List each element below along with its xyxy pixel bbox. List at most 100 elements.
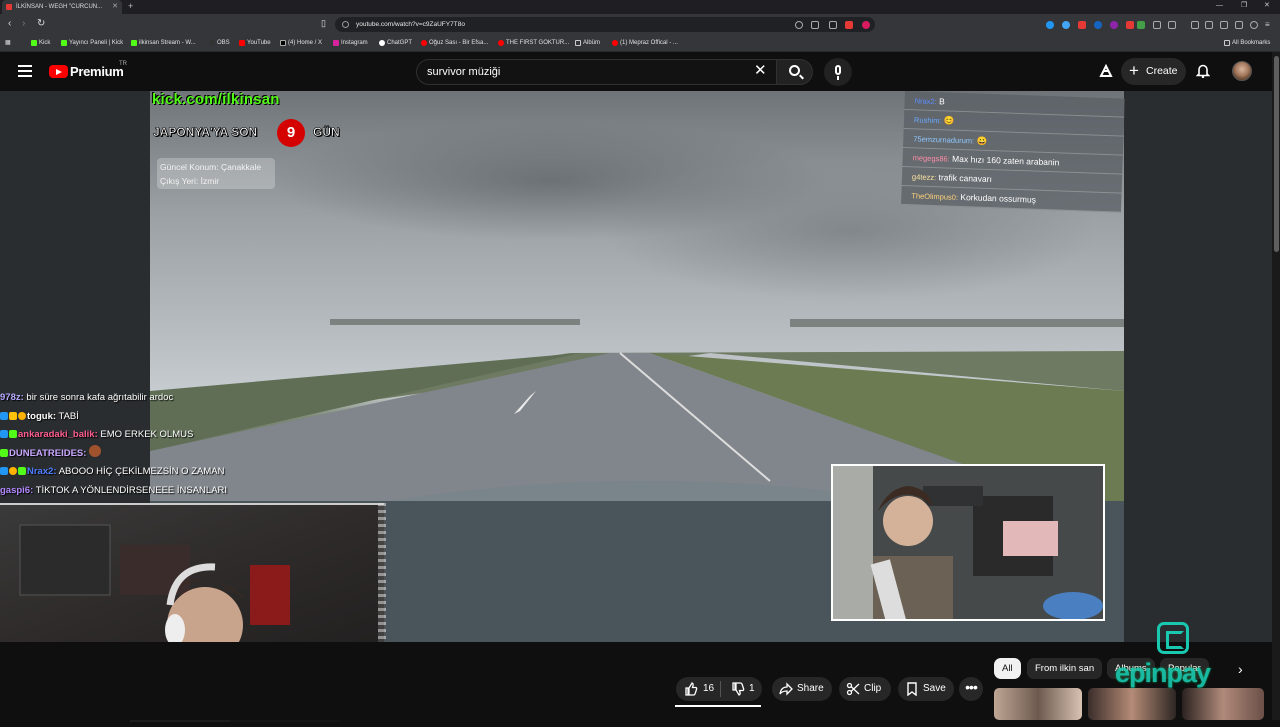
scrollbar-thumb[interactable] <box>1274 56 1279 252</box>
media-icon[interactable] <box>1191 21 1199 29</box>
countdown-suffix: GÜN <box>313 125 340 140</box>
account-avatar[interactable] <box>1232 61 1252 81</box>
bookmark-mepraz[interactable]: (1) Mepraz Offical - ... <box>612 36 678 50</box>
sidebar-icon[interactable] <box>1205 21 1213 29</box>
current-location: Güncel Konum: Çanakkale <box>160 162 262 172</box>
clip-label: Clip <box>864 683 882 694</box>
site-info-icon[interactable] <box>342 21 349 28</box>
voice-search-button[interactable] <box>824 58 852 86</box>
extensions-puzzle-icon[interactable] <box>1153 21 1161 29</box>
extension-icon[interactable] <box>1110 21 1118 29</box>
facecam-scene <box>833 466 1103 619</box>
save-label: Save <box>923 683 946 694</box>
extension-icon[interactable] <box>1168 21 1176 29</box>
bookmark-kick[interactable]: Kick <box>31 36 50 50</box>
bookmark-album-folder[interactable]: Albüm <box>575 36 600 50</box>
create-label: Create <box>1146 65 1178 77</box>
url-text: youtube.com/watch?v=c9ZaUFY7T8o <box>356 21 465 28</box>
profile-icon[interactable] <box>1235 21 1243 29</box>
dislike-count[interactable]: 1 <box>749 677 755 701</box>
extension-icon[interactable] <box>862 21 870 29</box>
sponsor-watermark: epinpay <box>1115 658 1211 688</box>
right-chat-overlay: Nrax2: B Rushim: 😊 75emzurnadurum: 😀 meg… <box>901 91 1125 217</box>
progress-underline <box>675 705 761 707</box>
youtube-premium-wordmark[interactable]: Premium <box>70 64 124 79</box>
bookmark-icon <box>907 682 917 696</box>
search-input[interactable]: survivor müziği <box>427 63 747 81</box>
create-button[interactable]: + Create <box>1121 58 1186 85</box>
in-car-facecam <box>831 464 1105 621</box>
bookmark-chatgpt[interactable]: ChatGPT <box>379 36 412 50</box>
browser-menu-icon[interactable]: ≡ <box>1265 21 1273 29</box>
search-button[interactable] <box>776 59 813 85</box>
forward-icon[interactable]: › <box>22 18 25 29</box>
share-button[interactable]: Share <box>772 677 832 701</box>
cast-icon[interactable] <box>811 21 819 29</box>
countdown-prefix: JAPONYA'YA SON <box>153 125 258 140</box>
chip-all[interactable]: All <box>994 658 1021 679</box>
close-window-icon[interactable]: ✕ <box>1264 0 1270 12</box>
extension-icon[interactable] <box>1062 21 1070 29</box>
dislike-icon[interactable] <box>731 682 745 696</box>
chip-from-channel[interactable]: From ilkin san <box>1027 658 1103 679</box>
more-actions-icon[interactable]: ••• <box>959 677 983 701</box>
bookmark-obs[interactable]: OBS <box>209 36 230 50</box>
chat-message: Nrax2: ABOOO HİÇ ÇEKİLMEZSİN O ZAMAN <box>0 463 300 482</box>
zoom-icon[interactable] <box>795 21 803 29</box>
restore-icon[interactable]: ❐ <box>1241 0 1247 12</box>
bookmark-ilkinsan-stream[interactable]: ilkinsan Stream - W... <box>131 36 196 50</box>
extension-icon[interactable] <box>1078 21 1086 29</box>
plus-icon: + <box>1129 61 1139 80</box>
reload-icon[interactable]: ↻ <box>37 18 45 29</box>
extension-icon[interactable] <box>1126 21 1134 29</box>
all-bookmarks-folder[interactable]: All Bookmarks <box>1224 36 1270 50</box>
chat-message: ankaradaki_balik: EMO ERKEK OLMUS <box>0 426 300 445</box>
like-count[interactable]: 16 <box>703 677 714 701</box>
hamburger-menu-icon[interactable] <box>18 65 32 77</box>
share-label: Share <box>797 683 824 694</box>
bookmark-oguz-sasi[interactable]: Oğuz Sası - Bir Efsa... <box>421 36 488 50</box>
close-tab-icon[interactable]: ✕ <box>112 0 118 14</box>
studio-icon[interactable] <box>1099 64 1113 78</box>
chat-message: gaspi6: TİKTOK A YÖNLENDİRSENEEE İNSANLA… <box>0 484 228 496</box>
extension-icon[interactable] <box>1094 21 1102 29</box>
recommended-thumbnail[interactable] <box>1088 688 1176 720</box>
plus-badge-icon <box>18 467 26 475</box>
bookmark-yayinci-paneli[interactable]: Yayıncı Paneli | Kick <box>61 36 123 50</box>
youtube-logo-icon[interactable] <box>49 65 68 78</box>
new-tab-icon[interactable]: + <box>128 0 133 12</box>
clip-button[interactable]: Clip <box>839 677 891 701</box>
downloads-icon[interactable] <box>1220 21 1228 29</box>
back-icon[interactable]: ‹ <box>8 18 11 29</box>
plus-badge-icon <box>0 448 8 457</box>
minimize-icon[interactable]: — <box>1216 0 1223 12</box>
bookmark-x-home[interactable]: (4) Home / X <box>280 36 322 50</box>
bookmark-youtube[interactable]: YouTube <box>239 36 271 50</box>
extension-icon[interactable] <box>845 21 853 29</box>
recommended-thumbnail[interactable] <box>994 688 1082 720</box>
chevron-right-icon[interactable]: › <box>1238 661 1243 677</box>
share-page-icon[interactable] <box>829 21 837 29</box>
microphone-icon <box>835 65 841 75</box>
left-chat-overlay: 978z: bir süre sonra kafa ağrıtabilir ar… <box>0 389 300 500</box>
extension-icon[interactable] <box>1137 21 1145 29</box>
address-bar[interactable]: youtube.com/watch?v=c9ZaUFY7T8o <box>335 17 875 32</box>
tab-search-icon[interactable]: ▯ <box>321 18 326 29</box>
tab-title: İLKİNSAN - WEGH "CURCUN... <box>16 4 103 10</box>
crown-badge-icon <box>9 411 17 420</box>
notifications-bell-icon[interactable] <box>1196 63 1210 78</box>
browser-tab[interactable]: İLKİNSAN - WEGH "CURCUN... ✕ <box>2 0 122 14</box>
apps-grid-icon[interactable]: ▦ <box>5 36 11 50</box>
sword-badge-icon <box>0 430 8 438</box>
bookmark-instagram[interactable]: Instagram <box>333 36 368 50</box>
recommended-thumbnail[interactable] <box>1182 688 1264 720</box>
save-button[interactable]: Save <box>898 677 954 701</box>
shield-icon[interactable] <box>1250 21 1258 29</box>
search-icon <box>789 65 800 76</box>
scissors-icon <box>846 682 860 696</box>
clear-search-icon[interactable]: ✕ <box>754 62 767 80</box>
bookmark-first-goktur[interactable]: THE FIRST GOKTUR... <box>498 36 569 50</box>
like-icon[interactable] <box>684 682 698 696</box>
extension-icon[interactable] <box>1046 21 1054 29</box>
chat-message: DUNEATREIDES: <box>0 444 300 464</box>
